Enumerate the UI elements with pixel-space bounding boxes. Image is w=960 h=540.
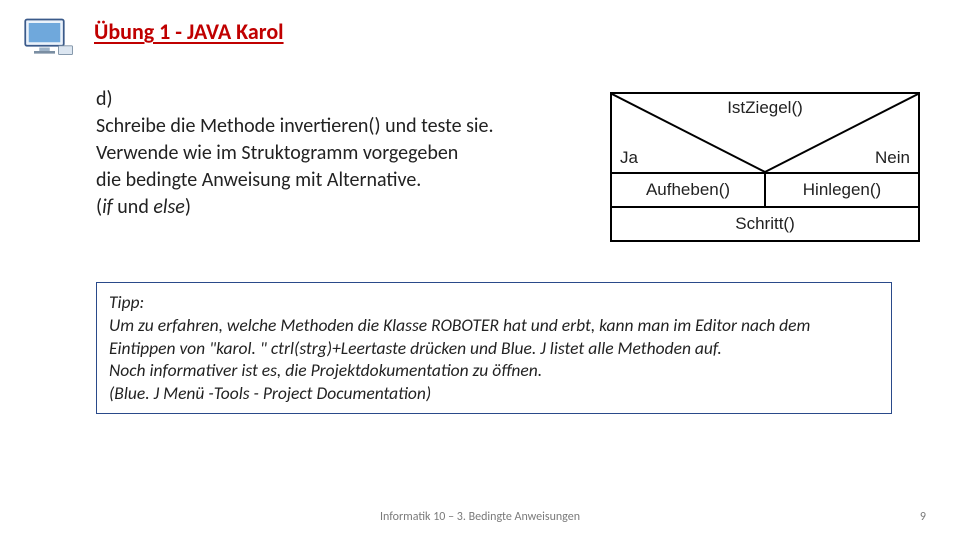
keyword-else: else xyxy=(153,195,184,219)
slide-title: Übung 1 - JAVA Karol xyxy=(94,18,284,45)
tip-heading: Tipp: xyxy=(109,291,879,314)
task-line: (if und else) xyxy=(96,194,586,221)
struktogramm-yes-label: Ja xyxy=(620,148,638,168)
struktogramm-yes-action: Aufheben() xyxy=(612,174,766,206)
tip-box: Tipp: Um zu erfahren, welche Methoden di… xyxy=(96,282,892,414)
tip-paragraph: (Blue. J Menü -Tools - Project Documenta… xyxy=(109,382,879,405)
struktogramm: IstZiegel() Ja Nein Aufheben() Hinlegen(… xyxy=(610,92,920,242)
tip-paragraph: Noch informativer ist es, die Projektdok… xyxy=(109,359,879,382)
task-label: d) xyxy=(96,86,586,113)
struktogramm-after-action: Schritt() xyxy=(612,208,918,240)
footer-text: Informatik 10 – 3. Bedingte Anweisungen xyxy=(380,510,580,524)
tip-paragraph: Um zu erfahren, welche Methoden die Klas… xyxy=(109,314,879,360)
struktogramm-no-action: Hinlegen() xyxy=(766,174,918,206)
keyword-if: if xyxy=(102,195,113,219)
task-text: d) Schreibe die Methode invertieren() un… xyxy=(96,86,586,221)
slide-footer: Informatik 10 – 3. Bedingte Anweisungen xyxy=(0,510,960,524)
task-line: die bedingte Anweisung mit Alternative. xyxy=(96,167,586,194)
struktogramm-no-label: Nein xyxy=(875,148,910,168)
struktogramm-branches: Aufheben() Hinlegen() xyxy=(612,174,918,208)
slide-header: Übung 1 - JAVA Karol xyxy=(20,18,920,58)
task-line: Verwende wie im Struktogramm vorgegeben xyxy=(96,140,586,167)
slide: Übung 1 - JAVA Karol d) Schreibe die Met… xyxy=(0,0,960,540)
page-number: 9 xyxy=(920,510,926,524)
task-line-fragment: und xyxy=(113,195,154,219)
slide-body: d) Schreibe die Methode invertieren() un… xyxy=(20,86,920,242)
task-line: Schreibe die Methode invertieren() und t… xyxy=(96,113,586,140)
computer-monitor-icon xyxy=(20,16,76,58)
task-line-fragment: ) xyxy=(185,195,191,219)
struktogramm-condition-block: IstZiegel() Ja Nein xyxy=(612,94,918,174)
struktogramm-condition: IstZiegel() xyxy=(727,98,803,118)
